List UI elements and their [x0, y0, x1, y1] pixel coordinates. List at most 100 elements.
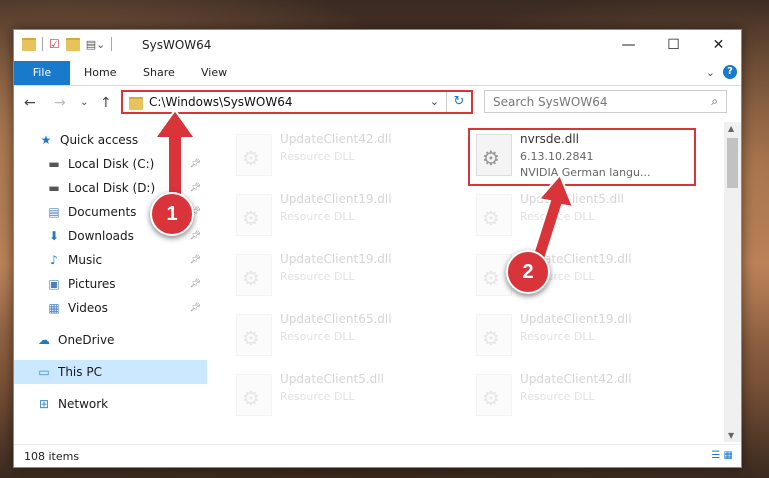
cloud-icon: ☁ [38, 333, 50, 347]
sidebar-item-videos[interactable]: ▦ Videos 📌︎ [14, 296, 207, 320]
file-type: Resource DLL [520, 330, 595, 343]
drive-icon: ▬ [48, 157, 60, 171]
address-path[interactable]: C:\Windows\SysWOW64 [149, 95, 293, 109]
list-item[interactable]: ⚙ UpdateClient65.dll Resource DLL [230, 308, 460, 364]
ribbon-tabs: File Home Share View ⌄ ? [14, 61, 741, 86]
file-name: nvrsde.dll [520, 132, 579, 146]
vertical-scrollbar[interactable]: ▲ ▼ [724, 122, 741, 442]
list-item[interactable]: ⚙ UpdateClient19.dll Resource DLL [230, 248, 460, 304]
recent-locations-icon[interactable]: ⌄ [80, 97, 88, 108]
gear-icon: ⚙ [482, 146, 500, 170]
gear-icon: ⚙ [242, 146, 260, 170]
scroll-thumb[interactable] [727, 138, 738, 188]
refresh-icon[interactable]: ↻ [446, 92, 471, 112]
sidebar-item-label: OneDrive [58, 333, 115, 347]
tab-share[interactable]: Share [143, 61, 175, 85]
toolbar-separator [111, 37, 113, 51]
pin-icon[interactable]: 📌︎ [190, 303, 201, 313]
search-icon[interactable]: ⌕ [711, 94, 718, 109]
forward-arrow-icon[interactable]: → [54, 95, 66, 111]
file-type: Resource DLL [280, 390, 355, 403]
expand-ribbon-icon[interactable]: ⌄ [706, 66, 715, 79]
up-arrow-icon[interactable]: ↑ [100, 95, 112, 111]
gear-icon: ⚙ [482, 386, 500, 410]
properties-icon[interactable]: ☑ [49, 37, 60, 51]
sidebar-item-label: Music [68, 253, 103, 267]
sidebar-item-label: Videos [68, 301, 108, 315]
file-name: UpdateClient42.dll [280, 132, 392, 146]
list-item[interactable]: ⚙ UpdateClient42.dll Resource DLL [230, 128, 460, 184]
address-dropdown-icon[interactable]: ⌄ [430, 95, 439, 108]
file-name: UpdateClient65.dll [280, 312, 392, 326]
list-item[interactable]: ⚙ UpdateClient19.dll Resource DLL [470, 248, 700, 304]
music-icon: ♪ [50, 253, 58, 267]
file-version: 6.13.10.2841 [520, 150, 594, 163]
network-icon: ⊞ [38, 397, 50, 411]
file-name: UpdateClient19.dll [280, 192, 392, 206]
file-type: Resource DLL [520, 390, 595, 403]
title-bar: ☑ ▤⌄ SysWOW64 — ☐ ✕ [14, 30, 741, 61]
scroll-down-icon[interactable]: ▼ [728, 431, 734, 440]
gear-icon: ⚙ [242, 326, 260, 350]
toolbar-separator [42, 37, 43, 51]
file-type: Resource DLL [280, 270, 355, 283]
status-bar: 108 items ☰ ▦ [14, 444, 741, 467]
sidebar-item-network[interactable]: ⊞ Network [14, 392, 207, 416]
documents-icon: ▤ [48, 205, 60, 219]
maximize-button[interactable]: ☐ [651, 30, 696, 60]
file-type: Resource DLL [280, 150, 355, 163]
minimize-button[interactable]: — [606, 30, 651, 60]
file-type: Resource DLL [280, 210, 355, 223]
sidebar-item-this-pc[interactable]: ▭ This PC [14, 360, 207, 384]
details-view-icon[interactable]: ☰ ▦ [711, 450, 733, 461]
pin-icon[interactable]: 📌︎ [190, 231, 201, 241]
list-item[interactable]: ⚙ UpdateClient5.dll Resource DLL [470, 188, 700, 244]
tab-home[interactable]: Home [84, 61, 116, 85]
download-icon: ⬇ [48, 229, 60, 243]
customize-toolbar-icon[interactable]: ▤⌄ [86, 38, 106, 51]
navigation-bar: ← → ⌄ ↑ C:\Windows\SysWOW64 ⌄ ↻ Search S… [14, 86, 741, 120]
list-item[interactable]: ⚙ UpdateClient5.dll Resource DLL [230, 368, 460, 424]
folder-icon [22, 37, 36, 51]
pin-icon[interactable]: 📌︎ [190, 255, 201, 265]
search-input[interactable]: Search SysWOW64 ⌕ [484, 90, 727, 113]
star-icon: ★ [40, 133, 52, 147]
file-name: UpdateClient19.dll [280, 252, 392, 266]
help-icon[interactable]: ? [723, 65, 737, 79]
sidebar-item-onedrive[interactable]: ☁ OneDrive [14, 328, 207, 352]
file-name: UpdateClient19.dll [520, 312, 632, 326]
window-title: SysWOW64 [142, 38, 212, 52]
sidebar-item-music[interactable]: ♪ Music 📌︎ [14, 248, 207, 272]
tab-file[interactable]: File [14, 61, 70, 85]
explorer-window: ☑ ▤⌄ SysWOW64 — ☐ ✕ File Home Share View… [13, 29, 742, 468]
file-type: Resource DLL [280, 330, 355, 343]
tab-view[interactable]: View [201, 61, 227, 85]
pictures-icon: ▣ [48, 277, 60, 291]
gear-icon: ⚙ [242, 266, 260, 290]
videos-icon: ▦ [48, 301, 60, 315]
sidebar-item-pictures[interactable]: ▣ Pictures 📌︎ [14, 272, 207, 296]
gear-icon: ⚙ [482, 266, 500, 290]
annotation-step-1: 1 [150, 192, 194, 236]
gear-icon: ⚙ [242, 386, 260, 410]
scroll-up-icon[interactable]: ▲ [728, 124, 734, 133]
list-item[interactable]: ⚙ UpdateClient19.dll Resource DLL [230, 188, 460, 244]
window-controls: — ☐ ✕ [606, 30, 741, 60]
sidebar-item-label: Quick access [60, 133, 139, 147]
sidebar-item-label: Network [58, 397, 109, 411]
list-item-nvrsde[interactable]: ⚙ nvrsde.dll 6.13.10.2841 NVIDIA German … [470, 128, 700, 184]
close-button[interactable]: ✕ [696, 30, 741, 60]
gear-icon: ⚙ [242, 206, 260, 230]
list-item[interactable]: ⚙ UpdateClient42.dll Resource DLL [470, 368, 700, 424]
quick-access-toolbar: ☑ ▤⌄ [22, 37, 113, 51]
file-list: ⚙ UpdateClient42.dll Resource DLL ⚙ Upda… [215, 122, 723, 442]
back-arrow-icon[interactable]: ← [24, 95, 36, 111]
list-item[interactable]: ⚙ UpdateClient19.dll Resource DLL [470, 308, 700, 364]
sidebar-item-label: Pictures [68, 277, 116, 291]
gear-icon: ⚙ [482, 326, 500, 350]
item-count: 108 items [24, 450, 80, 463]
sidebar-item-label: This PC [58, 365, 102, 379]
new-folder-icon[interactable] [65, 37, 80, 51]
sidebar-item-label: Local Disk (D:) [68, 181, 156, 195]
pin-icon[interactable]: 📌︎ [190, 279, 201, 289]
